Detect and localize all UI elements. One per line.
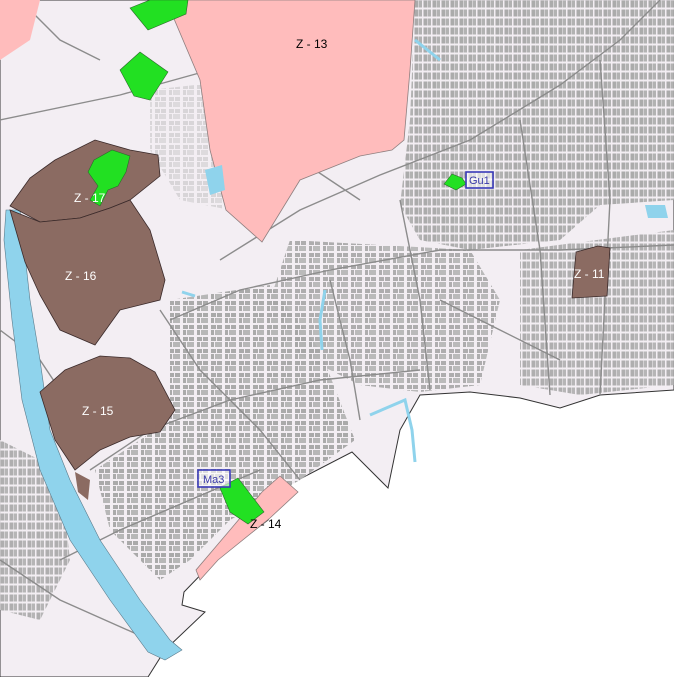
zone-label-z11: Z - 11 — [574, 267, 605, 281]
zone-label-z15: Z - 15 — [82, 404, 114, 418]
zone-label-z17: Z - 17 — [74, 191, 106, 205]
zone-label-z14: Z - 14 — [250, 517, 282, 531]
boxed-label-ma3[interactable]: Ma3 — [197, 469, 231, 488]
zone-label-z13: Z - 13 — [296, 37, 328, 51]
boxed-label-gu1-text: Gu1 — [469, 175, 490, 187]
zone-label-z16: Z - 16 — [65, 269, 97, 283]
boxed-label-ma3-text: Ma3 — [203, 474, 224, 486]
zoning-map[interactable]: Z - 13 Z - 17 Z - 16 Z - 15 Z - 11 Z - 1… — [0, 0, 674, 677]
pond-east — [645, 205, 668, 218]
boxed-label-gu1[interactable]: Gu1 — [465, 171, 494, 189]
